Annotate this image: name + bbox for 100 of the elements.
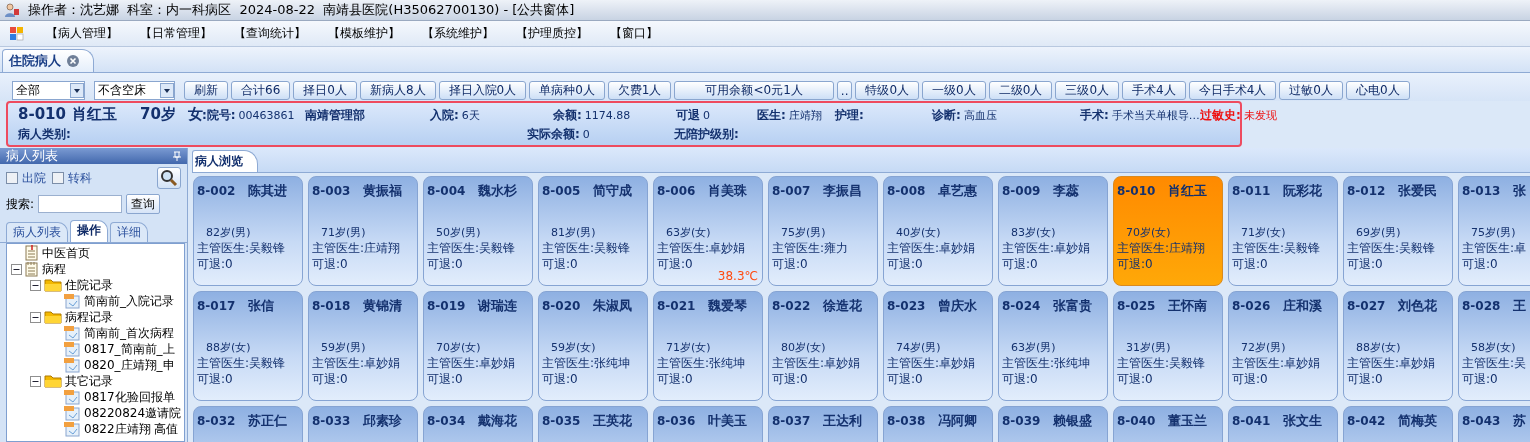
patient-card[interactable]: 8-003 黄振福 71岁(男) 主管医生:庄靖翔 可退:0 [308,176,418,286]
tree-item[interactable]: 病程记录 [65,308,113,326]
patient-card[interactable]: 8-036 叶美玉 [653,406,763,442]
document-tab[interactable]: 住院病人 [2,49,94,72]
filter-button[interactable]: 二级0人 [988,81,1053,100]
tree-item[interactable]: 0817化验回报单 [84,388,175,406]
filter-dropdown[interactable]: 不含空床 [94,81,175,100]
filter-button[interactable]: 三级0人 [1055,81,1119,100]
patient-card[interactable]: 8-005 简守成 81岁(男) 主管医生:吴毅锋 可退:0 [538,176,648,286]
checkbox[interactable]: 出院 [6,169,46,187]
filter-button[interactable]: 一级0人 [922,81,986,100]
panel-tab[interactable]: 详细 [110,222,148,242]
filter-button[interactable]: 择日0人 [293,81,357,100]
tree-item[interactable]: 中医首页 [42,244,90,262]
patient-card[interactable]: 8-042 简梅英 [1343,406,1453,442]
menu-item[interactable]: 【窗口】 [610,25,658,42]
expander-icon[interactable] [30,311,41,323]
patient-card[interactable]: 8-020 朱淑凤 59岁(女) 主管医生:张纯坤 可退:0 [538,291,648,401]
panel-tab[interactable]: 操作 [70,220,108,242]
tree-item[interactable]: 简南前_首次病程 [84,324,174,342]
patient-card[interactable]: 8-008 卓艺惠 40岁(女) 主管医生:卓妙娟 可退:0 [883,176,993,286]
filter-button[interactable]: 合计66 [231,81,291,100]
patient-card[interactable]: 8-033 邱素珍 [308,406,418,442]
doctor-text: 主管医生:吴毅锋 [197,355,287,371]
filter-button[interactable]: 刷新 [184,81,228,100]
expander-icon[interactable] [11,263,22,275]
patient-card[interactable]: 8-041 张文生 [1228,406,1338,442]
patient-card[interactable]: 8-004 魏水杉 50岁(男) 主管医生:吴毅锋 可退:0 [423,176,533,286]
menu-item[interactable]: 【护理质控】 [516,25,588,42]
patient-card[interactable]: 8-039 赖银盛 [998,406,1108,442]
menu-item[interactable]: 【日常管理】 [140,25,212,42]
patient-card[interactable]: 8-034 戴海花 [423,406,533,442]
search-field[interactable] [38,195,123,213]
tree-item[interactable]: 病程 [42,260,66,278]
patient-card[interactable]: 8-019 谢瑞连 70岁(女) 主管医生:卓妙娟 可退:0 [423,291,533,401]
patient-card[interactable]: 8-026 庄和溪 72岁(男) 主管医生:卓妙娟 可退:0 [1228,291,1338,401]
patient-card[interactable]: 8-010 肖红玉 70岁(女) 主管医生:庄靖翔 可退:0 [1113,176,1223,286]
menu-item[interactable]: 【病人管理】 [46,25,118,42]
filter-button[interactable]: 新病人8人 [359,81,436,100]
filter-button[interactable]: 特级0人 [855,81,920,100]
tree-item[interactable]: 其它记录 [65,372,113,390]
patient-card[interactable]: 8-009 李蕊 83岁(女) 主管医生:卓妙娟 可退:0 [998,176,1108,286]
expander-icon[interactable] [30,375,41,387]
patient-card[interactable]: 8-022 徐造花 80岁(女) 主管医生:卓妙娟 可退:0 [768,291,878,401]
filter-button[interactable]: .. [836,81,853,100]
patient-card[interactable]: 8-002 陈其进 82岁(男) 主管医生:吴毅锋 可退:0 [193,176,303,286]
bed-number: 8-003 [312,184,351,198]
patient-card[interactable]: 8-013 张 75岁(男) 主管医生:卓 可退:0 [1458,176,1530,286]
panel-tab[interactable]: 病人列表 [6,222,68,242]
filter-button[interactable]: 过敏0人 [1279,81,1343,100]
filter-button[interactable]: 择日入院0人 [438,81,527,100]
filter-button[interactable]: 手术4人 [1122,81,1186,100]
pin-icon[interactable] [173,151,181,161]
tree-item[interactable]: 08220824邀请院 [84,404,182,422]
patient-card[interactable]: 8-011 阮彩花 71岁(女) 主管医生:吴毅锋 可退:0 [1228,176,1338,286]
patient-card[interactable]: 8-035 王英花 [538,406,648,442]
expander-icon[interactable] [30,279,41,291]
checkbox-box[interactable] [6,172,18,184]
patient-card[interactable]: 8-018 黄锦清 59岁(男) 主管医生:卓妙娟 可退:0 [308,291,418,401]
patient-card[interactable]: 8-028 王 58岁(女) 主管医生:吴 可退:0 [1458,291,1530,401]
menu-item[interactable]: 【系统维护】 [422,25,494,42]
doctor-text: 主管医生:吴 [1462,355,1528,371]
patient-card[interactable]: 8-023 曾庆水 74岁(男) 主管医生:卓妙娟 可退:0 [883,291,993,401]
filter-button[interactable]: 心电0人 [1345,81,1410,100]
patient-card[interactable]: 8-037 王达利 [768,406,878,442]
patient-card[interactable]: 8-007 李振昌 75岁(男) 主管医生:雍力 可退:0 [768,176,878,286]
patient-card[interactable]: 8-043 苏 [1458,406,1530,442]
menu-item[interactable]: 【查询统计】 [234,25,306,42]
patient-card[interactable]: 8-032 苏正仁 [193,406,303,442]
tree-item[interactable]: 0822庄靖翔 高值 [84,420,179,438]
patient-card[interactable]: 8-017 张信 88岁(女) 主管医生:吴毅锋 可退:0 [193,291,303,401]
filter-button[interactable]: 可用余额<0元1人 [674,81,834,100]
tree-item[interactable]: 0817_简南前_上 [84,340,175,358]
tree-item[interactable]: 0820_庄靖翔_申 [84,356,175,374]
search-button[interactable] [157,167,181,189]
bed-number: 8-010 [1117,184,1156,198]
patient-card[interactable]: 8-012 张爱民 69岁(男) 主管医生:吴毅锋 可退:0 [1343,176,1453,286]
tree-item[interactable]: 简南前_入院记录 [84,292,174,310]
browser-tab[interactable]: 病人浏览 [192,150,258,172]
patient-card[interactable]: 8-025 王怀南 31岁(男) 主管医生:吴毅锋 可退:0 [1113,291,1223,401]
checkbox-box[interactable] [52,172,64,184]
filter-button[interactable]: 单病种0人 [529,81,605,100]
app-icon[interactable] [10,26,24,41]
tree-item[interactable]: 住院记录 [65,276,113,294]
patient-card[interactable]: 8-040 董玉兰 [1113,406,1223,442]
patient-name: 张文生 [1283,412,1323,430]
refund-text: 可退:0 [1347,371,1384,387]
checkbox[interactable]: 转科 [52,169,92,187]
menu-item[interactable]: 【模板维护】 [328,25,400,42]
patient-card[interactable]: 8-038 冯阿卿 [883,406,993,442]
patient-age: 83岁(女) [1010,225,1057,240]
patient-card[interactable]: 8-024 张富贵 63岁(男) 主管医生:张纯坤 可退:0 [998,291,1108,401]
filter-dropdown[interactable]: 全部 [12,81,85,100]
patient-card[interactable]: 8-027 刘色花 88岁(女) 主管医生:卓妙娟 可退:0 [1343,291,1453,401]
query-button[interactable]: 查询 [126,194,161,214]
patient-card[interactable]: 8-006 肖美珠 63岁(女) 主管医生:卓妙娟 可退:0 38.3℃ [653,176,763,286]
patient-card[interactable]: 8-021 魏爱琴 71岁(女) 主管医生:张纯坤 可退:0 [653,291,763,401]
filter-button[interactable]: 欠费1人 [607,81,672,100]
close-icon[interactable] [67,55,79,67]
filter-button[interactable]: 今日手术4人 [1188,81,1277,100]
